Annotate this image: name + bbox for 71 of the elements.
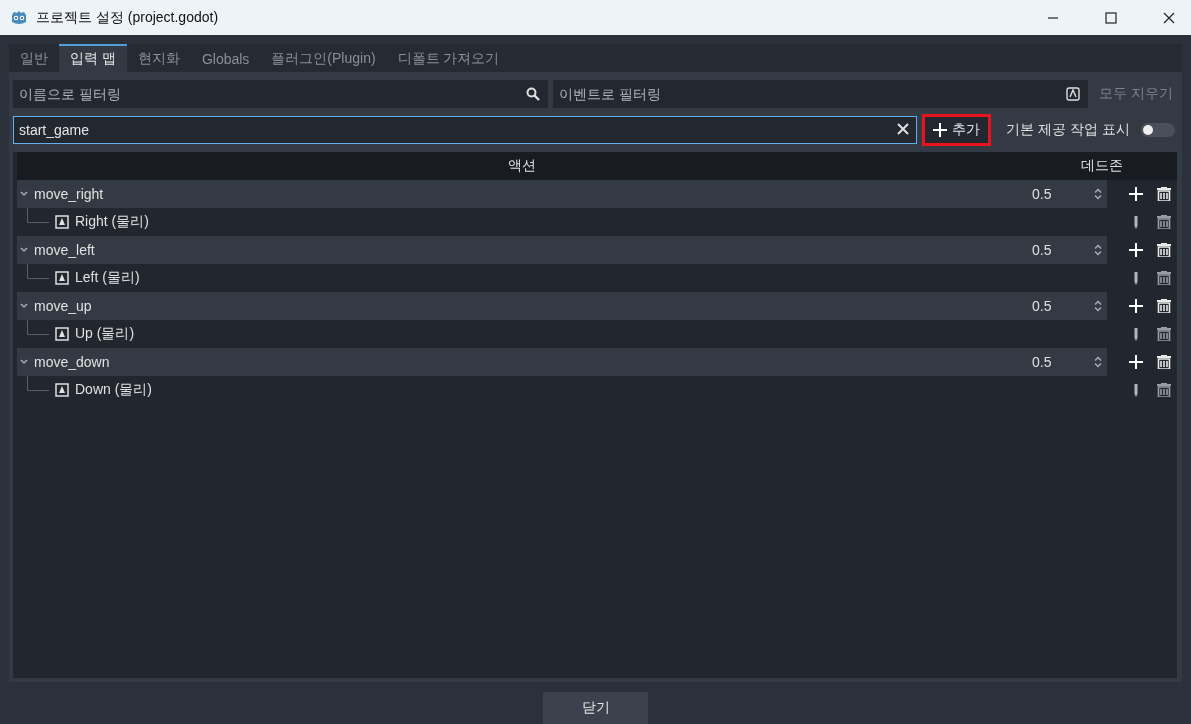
column-header: 액션 <box>507 157 537 175</box>
action-name: move_down <box>34 354 111 370</box>
deadzone-value: 0.5 <box>1032 242 1053 258</box>
spinner-arrows-icon[interactable] <box>1094 300 1102 312</box>
event-name: Right (물리) <box>75 213 150 231</box>
event-row[interactable]: Up (물리) <box>17 320 1107 348</box>
keyboard-key-icon <box>55 383 69 397</box>
close-icon[interactable] <box>1163 11 1175 24</box>
spinner-arrows-icon[interactable] <box>1094 244 1102 256</box>
add-event-icon[interactable] <box>1129 299 1143 313</box>
keyboard-key-icon <box>55 271 69 285</box>
add-event-icon[interactable] <box>1129 243 1143 257</box>
keyboard-icon[interactable] <box>1066 87 1081 101</box>
chevron-icon[interactable] <box>20 191 28 197</box>
tab[interactable]: 디폴트 가져오기 <box>386 44 511 72</box>
action-row[interactable]: move_left 0.5 <box>17 236 1107 264</box>
trash-icon[interactable] <box>1157 327 1171 341</box>
action-name: move_left <box>34 242 96 258</box>
keyboard-key-icon <box>55 327 69 341</box>
close-button[interactable]: 닫기 <box>543 692 648 724</box>
chevron-icon[interactable] <box>20 247 28 253</box>
add-event-icon[interactable] <box>1129 187 1143 201</box>
chevron-icon[interactable] <box>20 303 28 309</box>
trash-icon[interactable] <box>1157 243 1171 257</box>
clear-icon[interactable] <box>897 123 910 135</box>
event-name: Left (물리) <box>75 269 141 287</box>
robot-logo-icon <box>10 8 28 27</box>
trash-icon[interactable] <box>1157 187 1171 201</box>
event-name: Down (물리) <box>75 381 153 399</box>
search-icon <box>526 87 541 101</box>
maximize-icon[interactable] <box>1105 11 1117 24</box>
tab[interactable]: 일반 <box>9 44 59 72</box>
tree-line <box>27 208 49 223</box>
trash-icon[interactable] <box>1157 271 1171 285</box>
event-row[interactable]: Left (물리) <box>17 264 1107 292</box>
deadzone-value: 0.5 <box>1032 354 1053 370</box>
builtin-actions-label: 기본 제공 작업 표시 <box>1005 121 1130 139</box>
tab[interactable]: 현지화 <box>126 44 191 72</box>
action-row[interactable]: move_down 0.5 <box>17 348 1107 376</box>
plus-icon <box>933 123 948 137</box>
event-filter-field[interactable]: 이벤트로 필터링 <box>553 80 1089 108</box>
chevron-icon[interactable] <box>20 359 28 365</box>
tab[interactable]: Globals <box>190 44 261 72</box>
action-name: move_up <box>34 298 93 314</box>
event-row[interactable]: Down (물리) <box>17 376 1107 404</box>
deadzone-value: 0.5 <box>1032 298 1053 314</box>
trash-icon[interactable] <box>1157 383 1171 397</box>
tree-line <box>27 264 49 279</box>
spinner-arrows-icon[interactable] <box>1094 188 1102 200</box>
tab[interactable]: 입력 맵 <box>59 44 127 72</box>
action-name-field[interactable]: start_game <box>13 116 918 144</box>
add-event-icon[interactable] <box>1129 355 1143 369</box>
builtin-actions-toggle[interactable] <box>1141 123 1175 137</box>
tree-line <box>27 376 49 391</box>
action-row[interactable]: move_right 0.5 <box>17 180 1107 208</box>
event-row[interactable]: Right (물리) <box>17 208 1107 236</box>
name-filter-field[interactable]: 이름으로 필터링 <box>13 80 549 108</box>
spinner-arrows-icon[interactable] <box>1094 356 1102 368</box>
trash-icon[interactable] <box>1157 215 1171 229</box>
action-name: move_right <box>34 186 105 202</box>
tree-line <box>27 320 49 335</box>
action-row[interactable]: move_up 0.5 <box>17 292 1107 320</box>
trash-icon[interactable] <box>1157 355 1171 369</box>
add-button[interactable]: 추가 <box>922 114 992 146</box>
tab[interactable]: 플러그인(Plugin) <box>260 44 387 72</box>
deadzone-value: 0.5 <box>1032 186 1053 202</box>
keyboard-key-icon <box>55 215 69 229</box>
event-name: Up (물리) <box>75 325 136 343</box>
window-title: 프로젝트 설정 (project.godot) <box>36 8 219 27</box>
column-header: 데드존 <box>1080 157 1124 175</box>
trash-icon[interactable] <box>1157 299 1171 313</box>
